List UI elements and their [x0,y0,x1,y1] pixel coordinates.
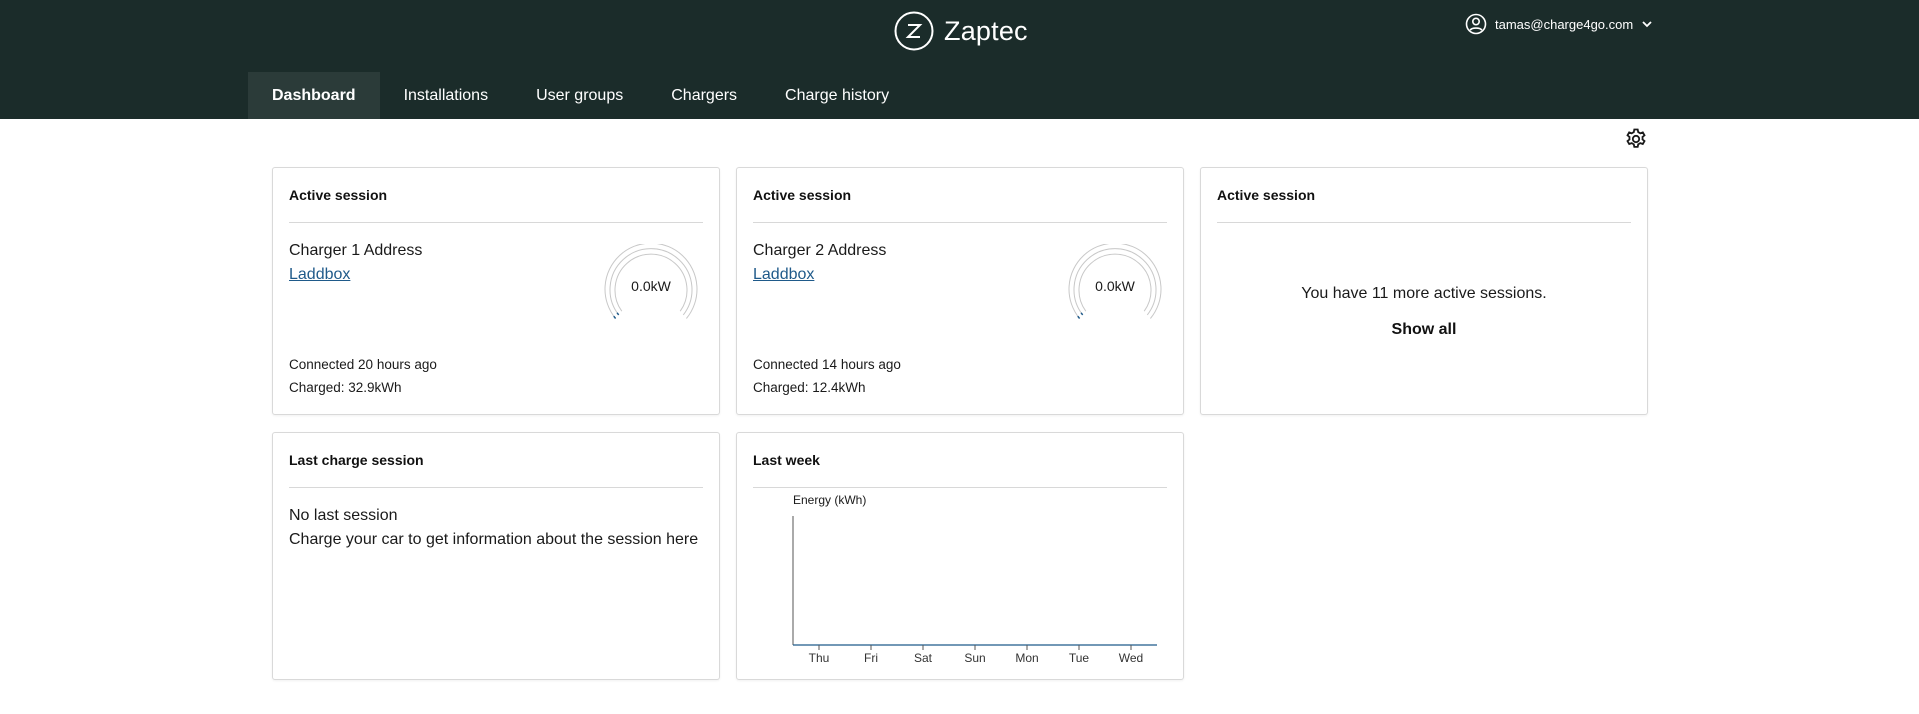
more-sessions-text: You have 11 more active sessions. [1301,285,1547,302]
x-tick-label-wed: Wed [1119,651,1143,665]
top-header: Zaptec tamas@charge4go.com Dashboard Ins… [0,0,1919,119]
tab-chargers[interactable]: Chargers [647,72,761,119]
charged-energy: Charged: 12.4kWh [753,380,866,395]
active-session-card-1: Active session Charger 1 Address Laddbox… [272,167,720,415]
user-email: tamas@charge4go.com [1495,16,1634,32]
show-all-button[interactable]: Show all [1201,321,1647,339]
user-account-icon [1465,13,1487,35]
divider [1217,222,1631,223]
brand-name: Zaptec [944,15,1028,46]
chevron-down-icon [1642,21,1652,28]
user-menu[interactable]: tamas@charge4go.com [1465,13,1653,35]
connected-time: Connected 20 hours ago [289,357,437,372]
tab-dashboard[interactable]: Dashboard [248,72,380,119]
no-last-session-text: Charge your car to get information about… [289,531,699,548]
connected-time: Connected 14 hours ago [753,357,901,372]
x-tick-label-sun: Sun [964,651,985,665]
divider [289,222,703,223]
x-tick-label-mon: Mon [1015,651,1038,665]
no-last-session-heading: No last session [289,507,398,524]
x-tick-label-thu: Thu [809,651,830,665]
card-title: Active session [289,187,388,203]
charger-address: Charger 2 Address [753,242,887,259]
card-title: Active session [1217,187,1316,203]
card-title: Active session [753,187,852,203]
tab-user-groups[interactable]: User groups [512,72,647,119]
power-value: 0.0kW [1095,278,1135,294]
last-week-card: Last week Energy (kWh) Thu Fri Sat Sun Mon Tu… [736,432,1184,680]
main-nav: Dashboard Installations User groups Char… [248,72,913,119]
tab-installations[interactable]: Installations [380,72,513,119]
y-axis-label: Energy (kWh) [793,493,866,507]
last-charge-card: Last charge session No last session Char… [272,432,720,680]
energy-chart: Energy (kWh) Thu Fri Sat Sun Mon Tue Wed [792,493,1157,665]
power-value: 0.0kW [631,278,671,294]
x-tick-label-sat: Sat [914,651,933,665]
card-title: Last charge session [289,452,424,468]
divider [753,222,1167,223]
brand-logo[interactable]: Zaptec [894,11,1028,51]
more-sessions-card: Active session You have 11 more active s… [1200,167,1648,415]
x-tick-label-tue: Tue [1069,651,1090,665]
charger-address: Charger 1 Address [289,242,423,259]
charger-model-link[interactable]: Laddbox [289,266,350,284]
charger-model-link[interactable]: Laddbox [753,266,814,284]
divider [289,487,703,488]
zaptec-logo-icon [894,11,934,51]
charged-energy: Charged: 32.9kWh [289,380,402,395]
tab-charge-history[interactable]: Charge history [761,72,913,119]
x-tick-label-fri: Fri [864,651,878,665]
active-session-card-2: Active session Charger 2 Address Laddbox… [736,167,1184,415]
gear-icon[interactable] [1624,127,1648,151]
